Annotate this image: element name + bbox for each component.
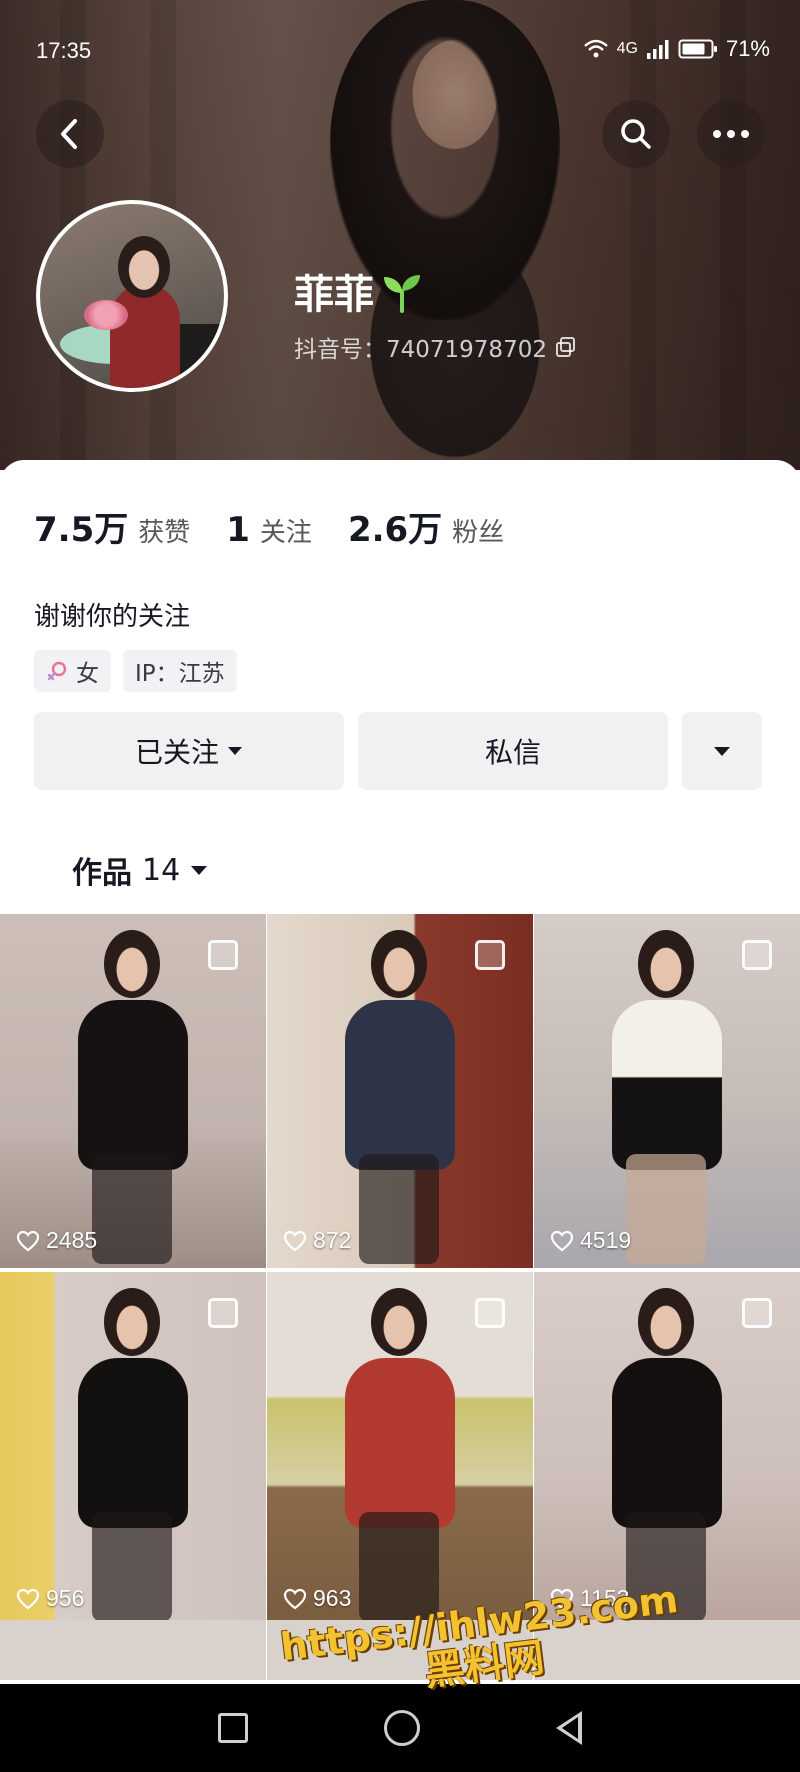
chevron-left-icon	[61, 119, 77, 149]
video-likes: 2485	[16, 1227, 97, 1254]
stat-followers[interactable]: 2.6万 粉丝	[348, 502, 504, 551]
ip-text: IP：江苏	[135, 661, 225, 687]
heart-outline-icon	[550, 1230, 574, 1251]
copy-icon[interactable]	[555, 336, 577, 358]
nickname-text: 菲菲	[294, 272, 374, 318]
select-checkbox[interactable]	[475, 1298, 505, 1328]
stat-likes-value: 7.5万	[34, 510, 129, 550]
action-buttons: 已关注 私信	[34, 712, 762, 790]
heart-outline-icon	[283, 1230, 307, 1251]
tag-row: 女 IP：江苏	[34, 650, 237, 692]
douyin-id: 抖音号：74071978702	[294, 330, 577, 364]
video-likes: 963	[283, 1585, 351, 1612]
status-time: 17:35	[36, 38, 92, 63]
battery-level: 71%	[725, 36, 770, 61]
stat-likes[interactable]: 7.5万 获赞	[34, 502, 190, 551]
select-checkbox[interactable]	[742, 1298, 772, 1328]
stat-following-value: 1	[226, 510, 250, 550]
video-thumbnail[interactable]	[0, 1620, 266, 1680]
avatar[interactable]	[36, 200, 228, 392]
sprout-icon	[384, 275, 420, 313]
video-likes-count: 4519	[580, 1227, 632, 1253]
followed-button[interactable]: 已关注	[34, 712, 344, 790]
video-thumbnail[interactable]: 4519	[534, 914, 800, 1268]
works-label: 作品	[72, 856, 132, 891]
ip-tag: IP：江苏	[123, 650, 237, 692]
heart-outline-icon	[16, 1588, 40, 1609]
wifi-icon	[583, 39, 608, 58]
nickname: 菲菲	[294, 262, 424, 320]
caret-down-icon	[191, 865, 208, 875]
female-icon	[47, 661, 67, 681]
back-button[interactable]	[36, 100, 104, 168]
home-icon[interactable]	[384, 1710, 420, 1746]
select-checkbox[interactable]	[742, 940, 772, 970]
stat-followers-value: 2.6万	[347, 510, 443, 550]
douyin-id-text: 抖音号：74071978702	[294, 337, 547, 363]
video-thumbnail[interactable]: 956	[0, 1272, 266, 1626]
video-likes: 956	[16, 1585, 84, 1612]
video-likes: 4519	[550, 1227, 631, 1254]
bio-text: 谢谢你的关注	[34, 602, 191, 632]
followed-label: 已关注	[134, 736, 219, 769]
video-thumbnail[interactable]: 1153	[534, 1272, 800, 1626]
search-icon	[621, 119, 651, 149]
search-button[interactable]	[602, 100, 670, 168]
more-button[interactable]	[697, 100, 765, 168]
stat-following-label: 关注	[259, 518, 312, 548]
heart-outline-icon	[16, 1230, 40, 1251]
recent-apps-icon[interactable]	[218, 1713, 248, 1743]
gender-tag: 女	[34, 650, 111, 692]
select-checkbox[interactable]	[475, 940, 505, 970]
more-actions-button[interactable]	[682, 712, 762, 790]
video-likes: 872	[283, 1227, 351, 1254]
system-nav-bar	[0, 1684, 800, 1772]
video-likes-count: 963	[313, 1585, 352, 1611]
stat-likes-label: 获赞	[138, 518, 191, 548]
select-checkbox[interactable]	[208, 1298, 238, 1328]
works-count: 14	[142, 852, 181, 888]
stat-followers-label: 粉丝	[452, 518, 505, 548]
signal-icon	[646, 40, 669, 59]
video-likes-count: 2485	[46, 1227, 98, 1253]
more-dots-icon	[713, 130, 749, 138]
stat-following[interactable]: 1 关注	[226, 510, 312, 550]
tab-works[interactable]: 作品 14	[72, 848, 208, 892]
battery-icon	[678, 39, 717, 59]
caret-down-icon	[228, 747, 242, 755]
video-likes-count: 872	[313, 1227, 352, 1253]
video-grid: 2485 872 4519 956 963 1153	[0, 914, 800, 1626]
back-nav-icon[interactable]	[556, 1711, 582, 1745]
video-thumbnail[interactable]: 872	[267, 914, 533, 1268]
gender-text: 女	[76, 661, 99, 687]
stats-row: 7.5万 获赞 1 关注 2.6万 粉丝	[34, 502, 540, 551]
video-thumbnail[interactable]: 2485	[0, 914, 266, 1268]
video-likes-count: 956	[46, 1585, 85, 1611]
message-button[interactable]: 私信	[358, 712, 668, 790]
heart-outline-icon	[283, 1588, 307, 1609]
video-thumbnail[interactable]: 963	[267, 1272, 533, 1626]
network-type: 4G	[616, 40, 638, 57]
profile-card: 7.5万 获赞 1 关注 2.6万 粉丝 谢谢你的关注 女 IP：江苏 已关注	[0, 460, 800, 1772]
status-bar: 17:35 4G 71%	[0, 0, 800, 100]
caret-down-icon	[714, 746, 730, 756]
select-checkbox[interactable]	[208, 940, 238, 970]
message-label: 私信	[484, 736, 541, 769]
